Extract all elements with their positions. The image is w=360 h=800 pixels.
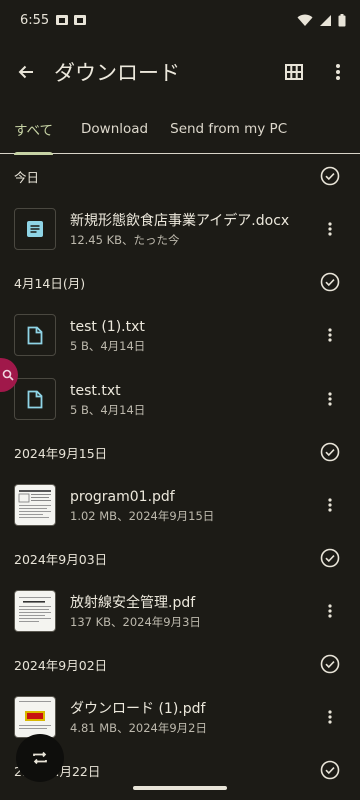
section-header: 今日 <box>0 155 360 197</box>
tab-bar: すべて Download Send from my PC <box>0 104 360 155</box>
more-options-button[interactable] <box>318 493 342 517</box>
file-name: ダウンロード (1).pdf <box>70 700 206 717</box>
gesture-nav-handle[interactable] <box>133 786 227 790</box>
check-circle-icon[interactable] <box>320 548 340 568</box>
section-header: 2024年9月03日 <box>0 537 360 579</box>
more-vert-icon <box>328 392 332 406</box>
file-meta: 5 B、4月14日 <box>70 402 146 417</box>
section-title: 2024年9月15日 <box>14 445 108 461</box>
list-item[interactable]: 新規形態飲食店事業アイデア.docx 12.45 KB、たった今 <box>0 197 360 261</box>
grid-view-button[interactable] <box>272 48 316 96</box>
file-list: 今日 新規形態飲食店事業アイデア.docx 12.45 KB、たった今 4月14… <box>0 155 360 800</box>
file-meta: 1.02 MB、2024年9月15日 <box>70 508 215 523</box>
more-options-button[interactable] <box>316 48 360 96</box>
section-header: 2024年9月02日 <box>0 643 360 685</box>
file-meta: 5 B、4月14日 <box>70 338 146 353</box>
page-title: ダウンロード <box>54 61 180 85</box>
pdf-thumbnail <box>14 696 56 738</box>
wifi-icon <box>297 14 313 26</box>
rotate-screen-button[interactable] <box>16 734 64 782</box>
notification-icon <box>56 15 69 25</box>
status-time: 6:55 <box>20 12 50 28</box>
file-name: program01.pdf <box>70 488 175 505</box>
section-title: 2024年9月03日 <box>14 551 108 567</box>
notification-icons <box>55 13 87 27</box>
check-circle-icon[interactable] <box>320 654 340 674</box>
file-name: test (1).txt <box>70 318 145 335</box>
more-options-button[interactable] <box>318 705 342 729</box>
more-vert-icon <box>328 222 332 236</box>
file-meta: 4.81 MB、2024年9月2日 <box>70 720 207 735</box>
more-options-button[interactable] <box>318 323 342 347</box>
screen-rotation-icon <box>33 751 47 765</box>
pdf-thumbnail <box>14 590 56 632</box>
file-meta: 12.45 KB、たった今 <box>70 232 180 247</box>
list-item[interactable]: 放射線安全管理.pdf 137 KB、2024年9月3日 <box>0 579 360 643</box>
more-vert-icon <box>328 498 332 512</box>
signal-icon <box>320 14 331 26</box>
doc-icon <box>14 208 56 250</box>
app-bar: ダウンロード <box>0 40 360 104</box>
list-item[interactable]: test (1).txt 5 B、4月14日 <box>0 303 360 367</box>
list-item[interactable]: program01.pdf 1.02 MB、2024年9月15日 <box>0 473 360 537</box>
file-name: 放射線安全管理.pdf <box>70 594 196 611</box>
tab-download[interactable]: Download <box>81 104 148 154</box>
check-circle-icon[interactable] <box>320 760 340 780</box>
file-icon <box>14 378 56 420</box>
grid-view-icon <box>285 64 303 80</box>
file-name: test.txt <box>70 382 121 399</box>
more-options-button[interactable] <box>318 387 342 411</box>
more-vert-icon <box>328 328 332 342</box>
file-name: 新規形態飲食店事業アイデア.docx <box>70 212 290 229</box>
tab-all[interactable]: すべて <box>14 104 54 155</box>
section-header: 4月14日(月) <box>0 261 360 303</box>
list-item[interactable]: test.txt 5 B、4月14日 <box>0 367 360 431</box>
more-options-button[interactable] <box>318 599 342 623</box>
check-circle-icon[interactable] <box>320 272 340 292</box>
pdf-thumbnail <box>14 484 56 526</box>
back-button[interactable] <box>2 48 50 96</box>
tab-send-from-my-pc[interactable]: Send from my PC <box>170 104 287 154</box>
section-title: 今日 <box>14 169 40 185</box>
file-meta: 137 KB、2024年9月3日 <box>70 614 201 629</box>
search-icon <box>2 369 14 381</box>
arrow-back-icon <box>18 65 33 79</box>
file-icon <box>14 314 56 356</box>
notification-icon <box>74 15 87 25</box>
section-header: 2024年9月15日 <box>0 431 360 473</box>
battery-icon <box>338 13 346 26</box>
section-title: 2024年9月02日 <box>14 657 108 673</box>
more-vert-icon <box>328 604 332 618</box>
more-options-button[interactable] <box>318 217 342 241</box>
status-bar: 6:55 <box>0 0 360 40</box>
section-title: 4月14日(月) <box>14 275 86 291</box>
check-circle-icon[interactable] <box>320 442 340 462</box>
more-vert-icon <box>336 64 340 80</box>
more-vert-icon <box>328 710 332 724</box>
check-circle-icon[interactable] <box>320 166 340 186</box>
